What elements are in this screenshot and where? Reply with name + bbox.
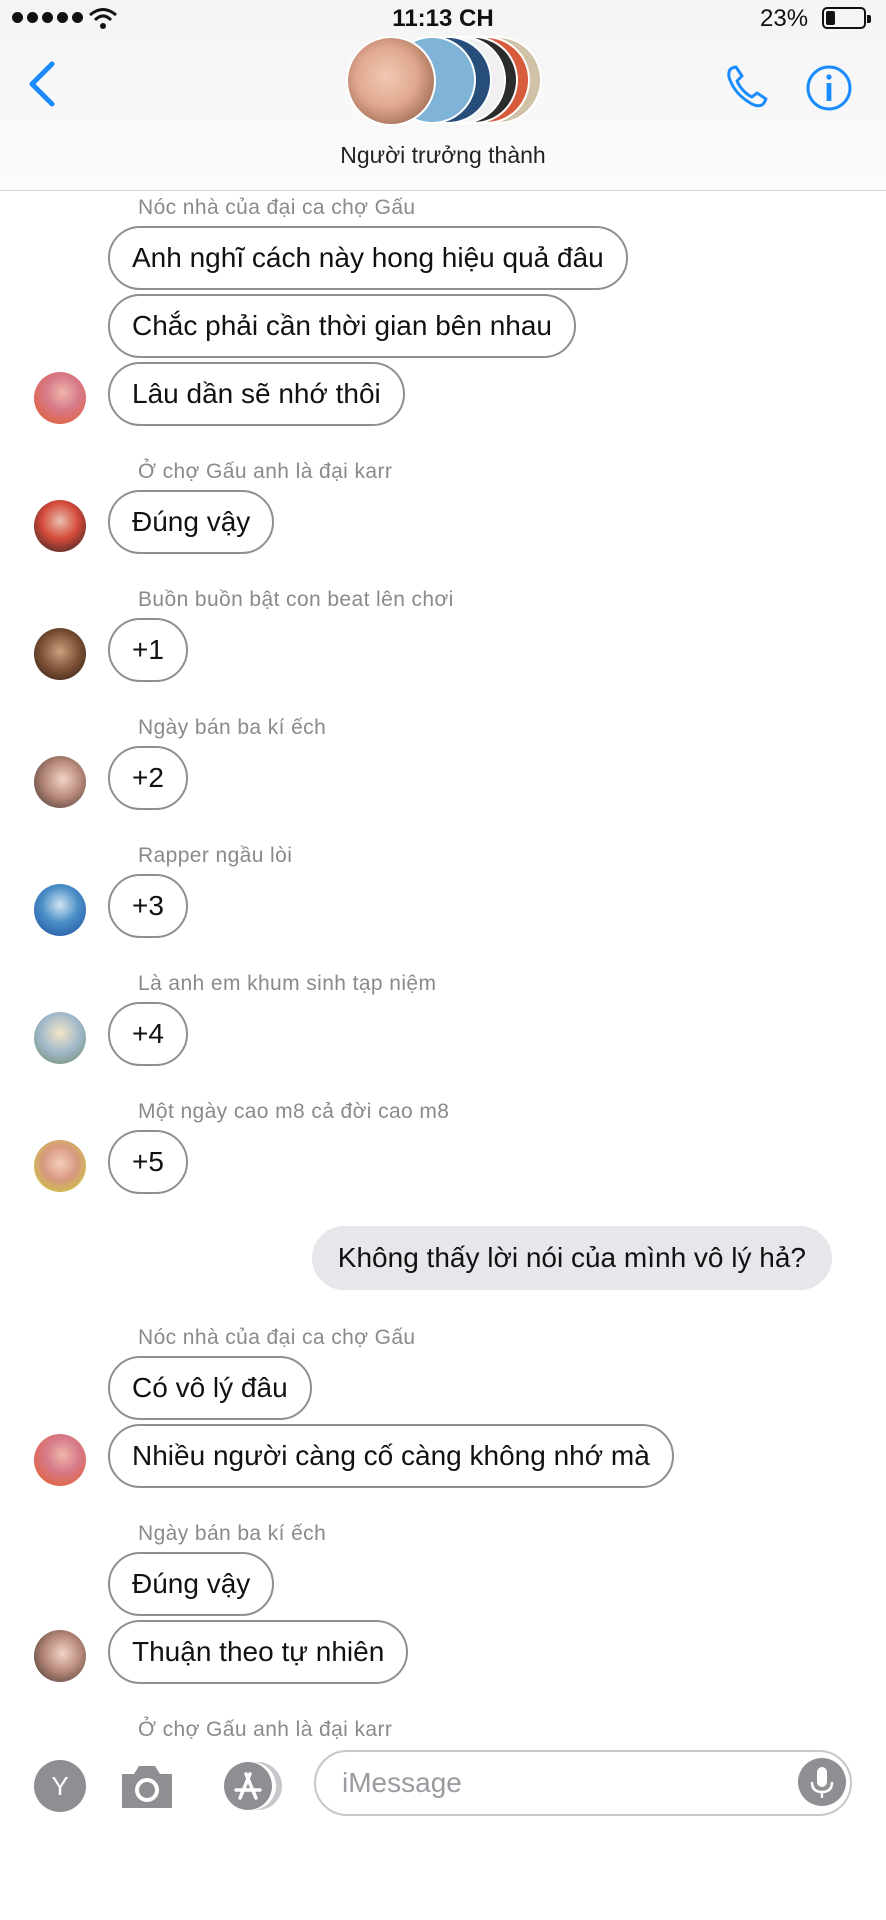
sender-name: Ở chợ Gấu anh là đại karr (138, 460, 393, 483)
app-store-icon[interactable] (214, 1760, 284, 1812)
sender-name: Một ngày cao m8 cả đời cao m8 (138, 1100, 450, 1123)
battery-percentage: 23% (760, 5, 809, 32)
microphone-icon[interactable] (798, 1758, 846, 1806)
status-bar: 11:13 CH 23% (0, 0, 886, 40)
message-bubble[interactable]: +5 (108, 1130, 188, 1194)
phone-icon[interactable] (722, 62, 772, 112)
message-bubble[interactable]: +2 (108, 746, 188, 810)
message-bubble[interactable]: Có vô lý đâu (108, 1356, 312, 1420)
camera-icon[interactable] (118, 1760, 176, 1812)
avatar[interactable] (34, 1434, 86, 1486)
info-icon[interactable] (805, 64, 853, 112)
avatar[interactable] (34, 1140, 86, 1192)
message-bubble[interactable]: +4 (108, 1002, 188, 1066)
message-bubble[interactable]: Chắc phải cần thời gian bên nhau (108, 294, 576, 358)
message-composer: Y (0, 1746, 886, 1920)
battery-icon (822, 7, 871, 29)
apps-button[interactable]: Y (34, 1760, 86, 1812)
message-bubble[interactable]: Nhiều người càng cố càng không nhớ mà (108, 1424, 674, 1488)
back-chevron-icon[interactable] (22, 58, 62, 110)
message-bubble[interactable]: +1 (108, 618, 188, 682)
sender-name: Ngày bán ba kí ếch (138, 1522, 327, 1545)
sender-name: Rapper ngầu lòi (138, 844, 293, 867)
conversation-header: 11:13 CH 23% Người trưởng thành (0, 0, 886, 191)
outgoing-message-bubble[interactable]: Không thấy lời nói của mình vô lý hả? (311, 1226, 832, 1290)
avatar[interactable] (34, 1012, 86, 1064)
avatar[interactable] (34, 1630, 86, 1682)
group-name[interactable]: Người trưởng thành (0, 142, 886, 169)
message-bubble[interactable]: Đúng vậy (108, 1552, 275, 1616)
avatar[interactable] (34, 756, 86, 808)
sender-name: Buồn buồn bật con beat lên chơi (138, 588, 454, 611)
avatar[interactable] (34, 628, 86, 680)
status-time: 11:13 CH (392, 5, 494, 32)
sender-name: Nóc nhà của đại ca chợ Gấu (138, 1326, 416, 1349)
avatar[interactable] (34, 500, 86, 552)
message-bubble[interactable]: Lâu dần sẽ nhớ thôi (108, 362, 405, 426)
sender-name: Ngày bán ba kí ếch (138, 716, 327, 739)
message-bubble[interactable]: Đúng vậy (108, 490, 275, 554)
avatar[interactable] (34, 884, 86, 936)
sender-name: Ở chợ Gấu anh là đại karr (138, 1718, 393, 1741)
message-bubble[interactable]: +3 (108, 874, 188, 938)
avatar (346, 36, 436, 126)
message-bubble[interactable]: Thuận theo tự nhiên (108, 1620, 409, 1684)
message-bubble[interactable]: Anh nghĩ cách này hong hiệu quả đâu (108, 226, 628, 290)
sender-name: Là anh em khum sinh tạp niệm (138, 972, 437, 995)
message-input[interactable] (314, 1750, 852, 1816)
sender-name: Nóc nhà của đại ca chợ Gấu (138, 196, 416, 219)
group-avatar-stack[interactable] (346, 36, 542, 126)
avatar[interactable] (34, 372, 86, 424)
